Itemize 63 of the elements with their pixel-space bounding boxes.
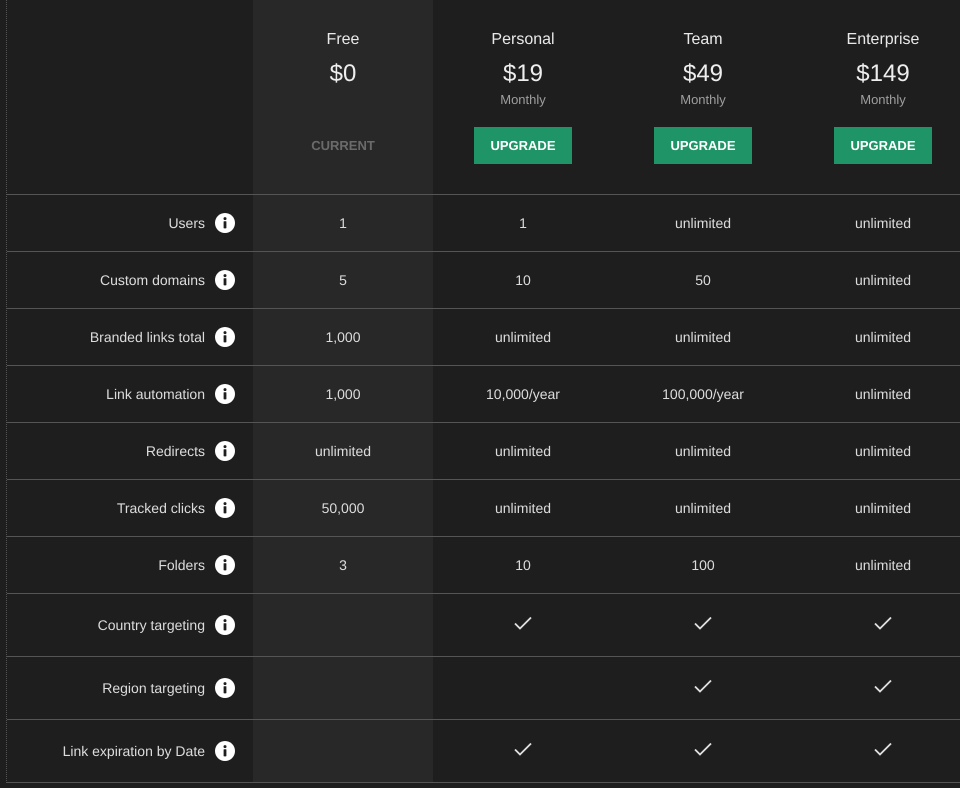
info-icon[interactable] [215, 741, 235, 761]
table-cell-text: unlimited [854, 384, 912, 404]
plan-name: Personal [491, 30, 555, 50]
table-cell-text: 1 [339, 214, 347, 232]
table-cell-text: unlimited [854, 270, 912, 290]
plan-name: Free [326, 30, 360, 50]
table-cell-text: unlimited [854, 498, 912, 518]
plan-price: $19 [502, 59, 544, 89]
upgrade-button[interactable]: UPGRADE [474, 127, 572, 164]
feature-label: Tracked clicks [116, 498, 205, 518]
info-icon[interactable] [215, 213, 235, 233]
table-cell-text: unlimited [854, 442, 912, 460]
table-cell-text: 5 [339, 270, 347, 290]
table-cell-text: 50,000 [322, 498, 364, 518]
table-cell-text: unlimited [494, 328, 552, 346]
feature-label: Folders [158, 556, 205, 574]
table-cell-text: 50 [695, 270, 711, 290]
feature-label: Branded links total [90, 328, 205, 346]
table-cell-text: 100 [691, 556, 715, 574]
table-cell-text: unlimited [674, 442, 732, 460]
info-icon[interactable] [215, 498, 235, 518]
table-cell-text: unlimited [674, 328, 732, 346]
upgrade-button[interactable]: UPGRADE [834, 127, 932, 164]
info-icon[interactable] [215, 441, 235, 461]
info-icon[interactable] [215, 270, 235, 290]
info-icon[interactable] [215, 678, 235, 698]
table-cell-text: 1,000 [325, 384, 361, 404]
table-cell-text: 10 [515, 556, 531, 574]
feature-label: Link automation [106, 384, 205, 404]
plan-price: $149 [856, 59, 910, 89]
plan-price: $49 [682, 59, 724, 89]
table-cell-text: 1,000 [325, 328, 361, 346]
feature-label: Custom domains [100, 270, 205, 290]
billing-period: Monthly [680, 91, 726, 109]
plan-name: Enterprise [846, 30, 920, 50]
table-cell-text: 10,000/year [486, 384, 560, 404]
table-cell-text: 1 [519, 214, 527, 232]
table-cell-text: unlimited [854, 328, 912, 346]
billing-period: Monthly [860, 91, 906, 109]
feature-label: Region targeting [102, 678, 205, 698]
table-cell-text: unlimited [854, 556, 912, 574]
table-cell-text: 10 [515, 270, 531, 290]
current-plan-button: CURRENT [295, 127, 391, 164]
plan-name: Team [683, 30, 723, 50]
info-icon[interactable] [215, 327, 235, 347]
table-cell-text: unlimited [674, 214, 732, 232]
upgrade-button[interactable]: UPGRADE [654, 127, 752, 164]
table-cell-text: unlimited [494, 498, 552, 518]
feature-label: Country targeting [98, 616, 205, 635]
info-icon[interactable] [215, 615, 235, 635]
table-cell-text: unlimited [494, 442, 552, 460]
feature-label: Link expiration by Date [62, 742, 205, 761]
table-cell-text: 3 [339, 556, 347, 574]
table-cell-text: unlimited [314, 442, 372, 460]
feature-label: Redirects [146, 442, 205, 460]
billing-period: Monthly [500, 91, 546, 109]
table-cell-text: unlimited [854, 214, 912, 232]
info-icon[interactable] [215, 384, 235, 404]
table-cell-text: 100,000/year [662, 384, 744, 404]
table-cell-text: unlimited [674, 498, 732, 518]
feature-label: Users [168, 214, 205, 232]
info-icon[interactable] [215, 555, 235, 575]
plan-price: $0 [330, 59, 356, 89]
